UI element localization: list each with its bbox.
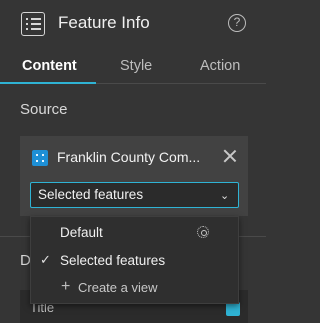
chevron-down-icon: ⌄ — [220, 190, 230, 202]
data-view-select-value: Selected features — [38, 187, 144, 202]
settings-gear-icon[interactable] — [197, 226, 209, 238]
help-icon[interactable]: ? — [228, 14, 246, 32]
data-source-card: Franklin County Com... Selected features… — [20, 136, 248, 216]
feature-info-panel: Feature Info ? Content Style Action Sour… — [0, 0, 266, 323]
create-view-button[interactable]: + Create a view — [31, 275, 238, 301]
menu-item-default[interactable]: Default — [31, 220, 238, 246]
tab-content[interactable]: Content — [22, 58, 77, 74]
data-view-select[interactable]: Selected features ⌄ — [30, 182, 239, 208]
source-section-label: Source — [20, 101, 68, 118]
panel-title: Feature Info — [58, 13, 150, 32]
title-checkbox[interactable] — [226, 302, 240, 316]
settings-tabs: Content Style Action — [0, 52, 266, 84]
tab-action[interactable]: Action — [200, 58, 240, 74]
menu-item-label: Default — [60, 225, 103, 240]
create-view-label: Create a view — [78, 280, 158, 295]
tab-style[interactable]: Style — [120, 58, 152, 74]
data-source-icon — [32, 150, 48, 166]
menu-item-label: Selected features — [60, 253, 166, 268]
menu-item-selected-features[interactable]: ✓ Selected features — [31, 248, 238, 274]
data-view-dropdown-menu: Default ✓ Selected features + Create a v… — [30, 216, 239, 304]
data-source-name: Franklin County Com... — [57, 149, 201, 165]
feature-info-icon — [21, 12, 45, 36]
check-icon: ✓ — [40, 252, 51, 267]
remove-data-source-icon[interactable] — [222, 148, 238, 164]
plus-icon: + — [61, 278, 71, 295]
panel-header: Feature Info ? — [0, 0, 266, 48]
active-tab-indicator — [0, 82, 96, 84]
